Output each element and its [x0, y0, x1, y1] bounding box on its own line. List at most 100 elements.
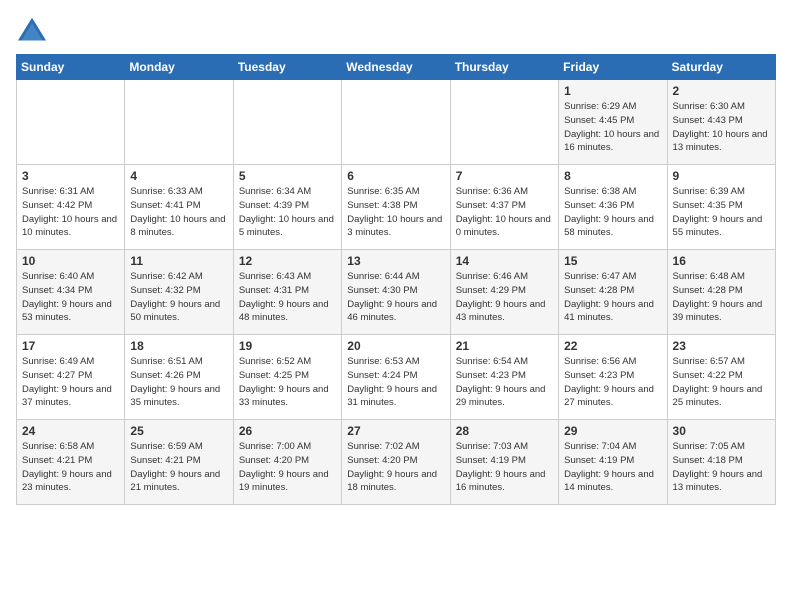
day-info: Sunrise: 6:56 AM Sunset: 4:23 PM Dayligh…: [564, 355, 661, 410]
logo: [16, 16, 52, 44]
calendar-cell: 28 Sunrise: 7:03 AM Sunset: 4:19 PM Dayli…: [450, 420, 558, 505]
day-info: Sunrise: 7:02 AM Sunset: 4:20 PM Dayligh…: [347, 440, 444, 495]
day-number: 29: [564, 424, 661, 438]
day-info: Sunrise: 6:40 AM Sunset: 4:34 PM Dayligh…: [22, 270, 119, 325]
day-info: Sunrise: 6:47 AM Sunset: 4:28 PM Dayligh…: [564, 270, 661, 325]
day-info: Sunrise: 6:52 AM Sunset: 4:25 PM Dayligh…: [239, 355, 336, 410]
day-number: 28: [456, 424, 553, 438]
day-info: Sunrise: 6:57 AM Sunset: 4:22 PM Dayligh…: [673, 355, 770, 410]
day-number: 17: [22, 339, 119, 353]
calendar-cell: 5 Sunrise: 6:34 AM Sunset: 4:39 PM Daylig…: [233, 165, 341, 250]
day-number: 2: [673, 84, 770, 98]
calendar-cell: 15 Sunrise: 6:47 AM Sunset: 4:28 PM Dayli…: [559, 250, 667, 335]
calendar-cell: 12 Sunrise: 6:43 AM Sunset: 4:31 PM Dayli…: [233, 250, 341, 335]
calendar-cell: 18 Sunrise: 6:51 AM Sunset: 4:26 PM Dayli…: [125, 335, 233, 420]
day-number: 18: [130, 339, 227, 353]
day-number: 13: [347, 254, 444, 268]
day-info: Sunrise: 6:30 AM Sunset: 4:43 PM Dayligh…: [673, 100, 770, 155]
calendar-cell: 22 Sunrise: 6:56 AM Sunset: 4:23 PM Dayli…: [559, 335, 667, 420]
calendar-cell: 7 Sunrise: 6:36 AM Sunset: 4:37 PM Daylig…: [450, 165, 558, 250]
day-info: Sunrise: 6:51 AM Sunset: 4:26 PM Dayligh…: [130, 355, 227, 410]
day-info: Sunrise: 6:53 AM Sunset: 4:24 PM Dayligh…: [347, 355, 444, 410]
day-info: Sunrise: 6:31 AM Sunset: 4:42 PM Dayligh…: [22, 185, 119, 240]
calendar-cell: [233, 80, 341, 165]
day-info: Sunrise: 6:35 AM Sunset: 4:38 PM Dayligh…: [347, 185, 444, 240]
calendar-cell: 4 Sunrise: 6:33 AM Sunset: 4:41 PM Daylig…: [125, 165, 233, 250]
calendar-cell: 24 Sunrise: 6:58 AM Sunset: 4:21 PM Dayli…: [17, 420, 125, 505]
day-number: 22: [564, 339, 661, 353]
day-header-thursday: Thursday: [450, 55, 558, 80]
calendar-cell: 10 Sunrise: 6:40 AM Sunset: 4:34 PM Dayli…: [17, 250, 125, 335]
day-header-monday: Monday: [125, 55, 233, 80]
day-number: 16: [673, 254, 770, 268]
logo-icon: [16, 16, 48, 44]
day-number: 10: [22, 254, 119, 268]
day-info: Sunrise: 6:43 AM Sunset: 4:31 PM Dayligh…: [239, 270, 336, 325]
calendar-cell: 3 Sunrise: 6:31 AM Sunset: 4:42 PM Daylig…: [17, 165, 125, 250]
day-number: 14: [456, 254, 553, 268]
day-info: Sunrise: 6:33 AM Sunset: 4:41 PM Dayligh…: [130, 185, 227, 240]
day-number: 30: [673, 424, 770, 438]
day-info: Sunrise: 7:05 AM Sunset: 4:18 PM Dayligh…: [673, 440, 770, 495]
day-info: Sunrise: 7:04 AM Sunset: 4:19 PM Dayligh…: [564, 440, 661, 495]
day-number: 3: [22, 169, 119, 183]
calendar-cell: 25Sunrise: 6:59 AM Sunset: 4:21 PM Dayli…: [125, 420, 233, 505]
day-info: Sunrise: 6:42 AM Sunset: 4:32 PM Dayligh…: [130, 270, 227, 325]
day-number: 15: [564, 254, 661, 268]
calendar-cell: 21 Sunrise: 6:54 AM Sunset: 4:23 PM Dayli…: [450, 335, 558, 420]
day-number: 4: [130, 169, 227, 183]
day-info: Sunrise: 6:44 AM Sunset: 4:30 PM Dayligh…: [347, 270, 444, 325]
page-header: [16, 16, 776, 44]
day-info: Sunrise: 6:34 AM Sunset: 4:39 PM Dayligh…: [239, 185, 336, 240]
calendar-cell: 26 Sunrise: 7:00 AM Sunset: 4:20 PM Dayli…: [233, 420, 341, 505]
calendar-week-4: 17Sunrise: 6:49 AM Sunset: 4:27 PM Dayli…: [17, 335, 776, 420]
day-number: 27: [347, 424, 444, 438]
day-number: 20: [347, 339, 444, 353]
day-header-tuesday: Tuesday: [233, 55, 341, 80]
day-number: 25: [130, 424, 227, 438]
calendar-table: SundayMondayTuesdayWednesdayThursdayFrid…: [16, 54, 776, 505]
day-number: 5: [239, 169, 336, 183]
day-number: 1: [564, 84, 661, 98]
day-info: Sunrise: 6:29 AM Sunset: 4:45 PM Dayligh…: [564, 100, 661, 155]
day-info: Sunrise: 7:00 AM Sunset: 4:20 PM Dayligh…: [239, 440, 336, 495]
day-info: Sunrise: 7:03 AM Sunset: 4:19 PM Dayligh…: [456, 440, 553, 495]
calendar-week-3: 10 Sunrise: 6:40 AM Sunset: 4:34 PM Dayli…: [17, 250, 776, 335]
calendar-cell: 17Sunrise: 6:49 AM Sunset: 4:27 PM Dayli…: [17, 335, 125, 420]
day-number: 11: [130, 254, 227, 268]
calendar-cell: 2 Sunrise: 6:30 AM Sunset: 4:43 PM Daylig…: [667, 80, 775, 165]
day-number: 12: [239, 254, 336, 268]
calendar-cell: [450, 80, 558, 165]
calendar-week-5: 24 Sunrise: 6:58 AM Sunset: 4:21 PM Dayli…: [17, 420, 776, 505]
calendar-cell: 20 Sunrise: 6:53 AM Sunset: 4:24 PM Dayli…: [342, 335, 450, 420]
day-info: Sunrise: 6:54 AM Sunset: 4:23 PM Dayligh…: [456, 355, 553, 410]
calendar-cell: 19 Sunrise: 6:52 AM Sunset: 4:25 PM Dayli…: [233, 335, 341, 420]
day-number: 21: [456, 339, 553, 353]
day-number: 7: [456, 169, 553, 183]
day-info: Sunrise: 6:39 AM Sunset: 4:35 PM Dayligh…: [673, 185, 770, 240]
day-number: 19: [239, 339, 336, 353]
day-info: Sunrise: 6:48 AM Sunset: 4:28 PM Dayligh…: [673, 270, 770, 325]
day-info: Sunrise: 6:58 AM Sunset: 4:21 PM Dayligh…: [22, 440, 119, 495]
day-header-friday: Friday: [559, 55, 667, 80]
day-info: Sunrise: 6:46 AM Sunset: 4:29 PM Dayligh…: [456, 270, 553, 325]
calendar-week-2: 3 Sunrise: 6:31 AM Sunset: 4:42 PM Daylig…: [17, 165, 776, 250]
day-header-saturday: Saturday: [667, 55, 775, 80]
calendar-cell: 9 Sunrise: 6:39 AM Sunset: 4:35 PM Daylig…: [667, 165, 775, 250]
day-number: 26: [239, 424, 336, 438]
calendar-cell: 6 Sunrise: 6:35 AM Sunset: 4:38 PM Daylig…: [342, 165, 450, 250]
day-number: 9: [673, 169, 770, 183]
calendar-cell: 8Sunrise: 6:38 AM Sunset: 4:36 PM Daylig…: [559, 165, 667, 250]
day-number: 6: [347, 169, 444, 183]
calendar-cell: 23Sunrise: 6:57 AM Sunset: 4:22 PM Dayli…: [667, 335, 775, 420]
calendar-week-1: 1 Sunrise: 6:29 AM Sunset: 4:45 PM Daylig…: [17, 80, 776, 165]
day-info: Sunrise: 6:36 AM Sunset: 4:37 PM Dayligh…: [456, 185, 553, 240]
calendar-cell: 30 Sunrise: 7:05 AM Sunset: 4:18 PM Dayli…: [667, 420, 775, 505]
calendar-cell: [17, 80, 125, 165]
day-header-sunday: Sunday: [17, 55, 125, 80]
day-number: 24: [22, 424, 119, 438]
day-header-wednesday: Wednesday: [342, 55, 450, 80]
calendar-cell: 16 Sunrise: 6:48 AM Sunset: 4:28 PM Dayli…: [667, 250, 775, 335]
day-info: Sunrise: 6:38 AM Sunset: 4:36 PM Dayligh…: [564, 185, 661, 240]
calendar-header-row: SundayMondayTuesdayWednesdayThursdayFrid…: [17, 55, 776, 80]
